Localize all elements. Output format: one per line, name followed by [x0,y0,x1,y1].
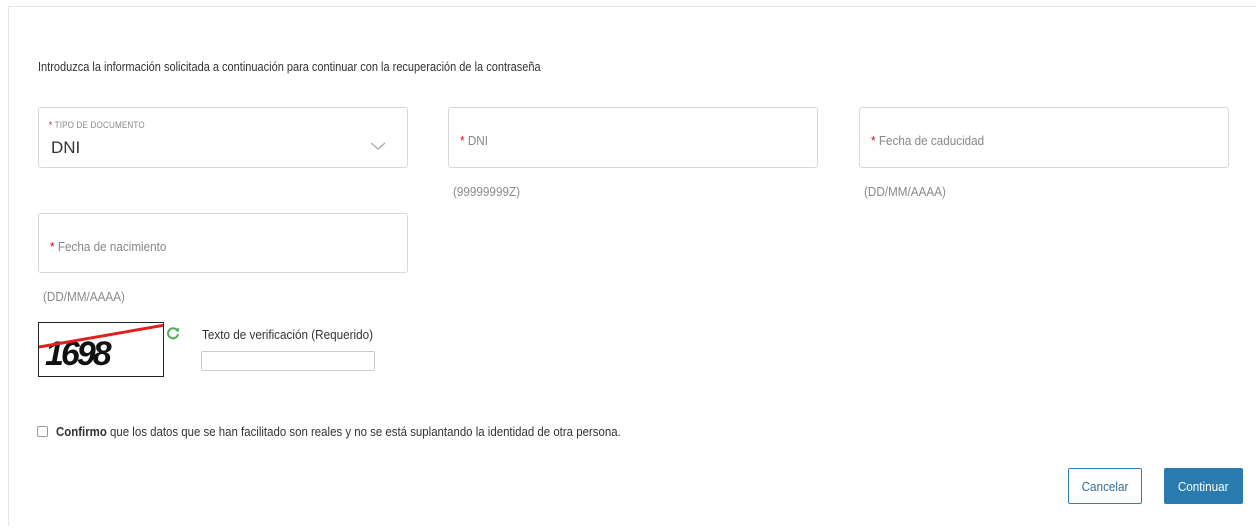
required-mark: * [460,133,465,148]
birth-date-field[interactable]: * Fecha de nacimiento [38,213,408,273]
dni-placeholder: * DNI [460,133,488,148]
document-type-value: DNI [51,138,81,157]
cancel-button[interactable]: Cancelar [1068,468,1142,504]
refresh-captcha-icon[interactable] [166,326,180,340]
captcha-graphic: 1698 [39,323,163,373]
dni-placeholder-text: DNI [467,133,488,148]
cancel-button-label: Cancelar [1081,478,1129,494]
required-mark: * [49,120,53,131]
chevron-down-icon [370,142,386,150]
dni-hint: (99999999Z) [453,184,521,199]
confirm-bold-text: Confirmo [56,424,107,439]
birth-date-placeholder-text: Fecha de nacimiento [57,239,167,254]
required-mark: * [50,239,55,254]
expiry-date-placeholder: * Fecha de caducidad [871,133,984,148]
verification-label: Texto de verificación (Requerido) [202,327,374,342]
confirm-text: Confirmo que los datos que se han facili… [56,424,621,439]
confirm-body-text: que los datos que se han facilitado son … [106,424,621,439]
intro-text: Introduzca la información solicitada a c… [38,60,541,74]
required-mark: * [871,133,876,148]
expiry-date-placeholder-text: Fecha de caducidad [878,133,985,148]
continue-button[interactable]: Continuar [1164,468,1243,504]
expiry-date-field[interactable]: * Fecha de caducidad [859,107,1229,168]
document-type-select[interactable]: * TIPO DE DOCUMENTO DNI [38,107,408,168]
verification-input[interactable] [201,351,375,371]
dni-field[interactable]: * DNI [448,107,818,168]
document-type-label: * TIPO DE DOCUMENTO [49,120,145,131]
birth-date-placeholder: * Fecha de nacimiento [50,239,166,254]
captcha-image: 1698 [38,322,164,377]
document-type-label-text: TIPO DE DOCUMENTO [54,120,145,131]
continue-button-label: Continuar [1178,478,1229,494]
confirm-checkbox[interactable] [37,426,48,437]
expiry-date-hint: (DD/MM/AAAA) [864,184,946,199]
birth-date-hint: (DD/MM/AAAA) [43,289,125,304]
